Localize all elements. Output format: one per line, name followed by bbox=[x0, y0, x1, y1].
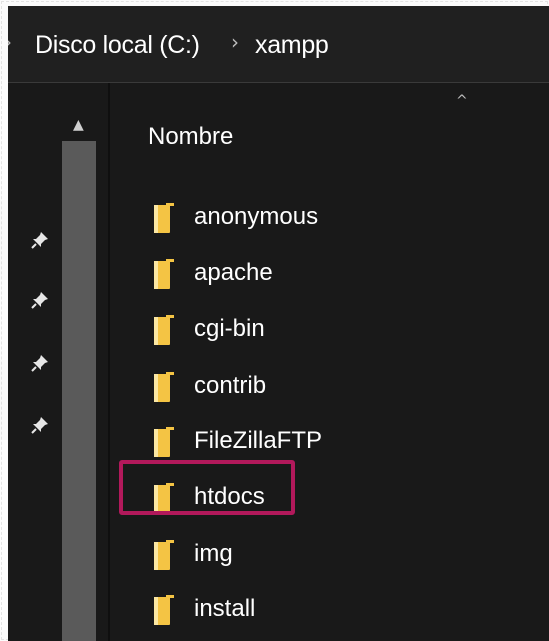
column-header-nombre[interactable]: Nombre bbox=[148, 123, 233, 151]
file-list: ^ Nombre anonymous apache cgi-bin contri… bbox=[110, 83, 549, 641]
folder-icon bbox=[154, 259, 174, 289]
folder-name: contrib bbox=[194, 372, 267, 399]
list-item[interactable]: FileZillaFTP bbox=[148, 425, 408, 465]
breadcrumb-item-disco-local[interactable]: Disco local (C:) bbox=[35, 31, 200, 60]
folder-name: install bbox=[194, 595, 256, 622]
folder-name: anonymous bbox=[194, 203, 319, 230]
scroll-up-arrow-icon[interactable]: ▲ bbox=[73, 117, 84, 133]
list-item[interactable]: anonymous bbox=[148, 201, 408, 241]
folder-name: cgi-bin bbox=[194, 315, 265, 342]
folder-name: FileZillaFTP bbox=[194, 427, 323, 454]
list-item[interactable]: apache bbox=[148, 257, 408, 297]
pin-icon[interactable] bbox=[30, 353, 50, 373]
file-explorer-window: › Disco local (C:) › xampp ▲ ^ Nombre bbox=[8, 6, 549, 641]
chevron-right-icon[interactable]: › bbox=[231, 30, 239, 54]
breadcrumb-item-xampp[interactable]: xampp bbox=[255, 31, 329, 60]
navigation-pane: ▲ bbox=[8, 83, 108, 641]
address-bar[interactable]: › Disco local (C:) › xampp bbox=[8, 6, 549, 83]
list-item[interactable]: cgi-bin bbox=[148, 313, 408, 353]
list-item[interactable]: img bbox=[148, 538, 408, 578]
folder-icon bbox=[154, 595, 174, 625]
folder-name: img bbox=[194, 540, 233, 567]
highlight-annotation-box bbox=[119, 460, 295, 515]
folder-icon bbox=[154, 372, 174, 402]
folder-icon bbox=[154, 540, 174, 570]
folder-name: apache bbox=[194, 259, 273, 286]
folder-icon bbox=[154, 427, 174, 457]
list-item[interactable]: contrib bbox=[148, 370, 408, 410]
chevron-right-icon[interactable]: › bbox=[8, 30, 12, 54]
list-item[interactable]: install bbox=[148, 593, 408, 633]
nav-scrollbar[interactable] bbox=[62, 141, 96, 641]
pin-icon[interactable] bbox=[30, 290, 50, 310]
pin-icon[interactable] bbox=[30, 415, 50, 435]
folder-icon bbox=[154, 203, 174, 233]
sort-ascending-icon[interactable]: ^ bbox=[456, 93, 468, 109]
folder-icon bbox=[154, 315, 174, 345]
pin-icon[interactable] bbox=[30, 230, 50, 250]
